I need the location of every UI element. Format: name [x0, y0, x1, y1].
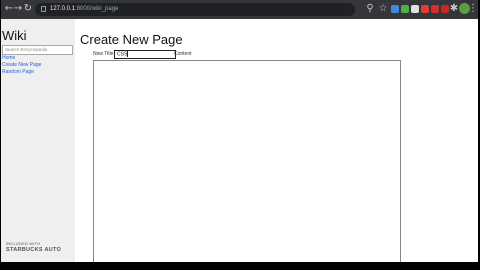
- puzzle-icon[interactable]: ✱: [449, 4, 459, 14]
- extension-gray-icon[interactable]: [411, 5, 419, 13]
- sidebar-link-create-new-page[interactable]: Create New Page: [2, 62, 41, 68]
- extension-red-icon[interactable]: [421, 5, 429, 13]
- new-title-label: New Title: [93, 51, 114, 57]
- content-textarea[interactable]: [93, 60, 401, 262]
- translate-icon[interactable]: ⚲: [365, 4, 375, 14]
- lock-icon: [41, 6, 46, 12]
- extension-blue-icon[interactable]: [391, 5, 399, 13]
- title-input[interactable]: CSS: [114, 50, 176, 59]
- url-text: 127.0.0.1:8000/wiki_page: [50, 6, 119, 12]
- footer-logo: STARBUCKS AUTO: [6, 247, 62, 253]
- star-icon[interactable]: ☆: [378, 4, 388, 14]
- page-content: Wiki Search Encyclopedia Home Create New…: [1, 19, 478, 262]
- search-input[interactable]: Search Encyclopedia: [2, 45, 73, 55]
- sidebar-link-random-page[interactable]: Random Page: [2, 69, 34, 75]
- kebab-menu-icon[interactable]: ⋮: [468, 4, 478, 14]
- sidebar-link-home[interactable]: Home: [2, 55, 15, 61]
- address-bar[interactable]: 127.0.0.1:8000/wiki_page: [35, 3, 355, 16]
- sidebar: Wiki Search Encyclopedia Home Create New…: [1, 19, 75, 262]
- reload-icon[interactable]: ↻: [23, 4, 33, 14]
- wiki-title: Wiki: [2, 28, 27, 43]
- content-label: Content: [174, 51, 192, 57]
- extension-green-icon[interactable]: [401, 5, 409, 13]
- page-title: Create New Page: [80, 32, 183, 47]
- text-caret: [127, 51, 129, 57]
- browser-window: ← → ↻ 127.0.0.1:8000/wiki_page ⚲ ☆ ✱ ⋮ W…: [1, 0, 478, 262]
- extension-red-3-icon[interactable]: [441, 5, 449, 13]
- browser-toolbar: ← → ↻ 127.0.0.1:8000/wiki_page ⚲ ☆ ✱ ⋮: [1, 0, 478, 19]
- arrow-right-icon[interactable]: →: [13, 4, 23, 14]
- extension-red-2-icon[interactable]: [431, 5, 439, 13]
